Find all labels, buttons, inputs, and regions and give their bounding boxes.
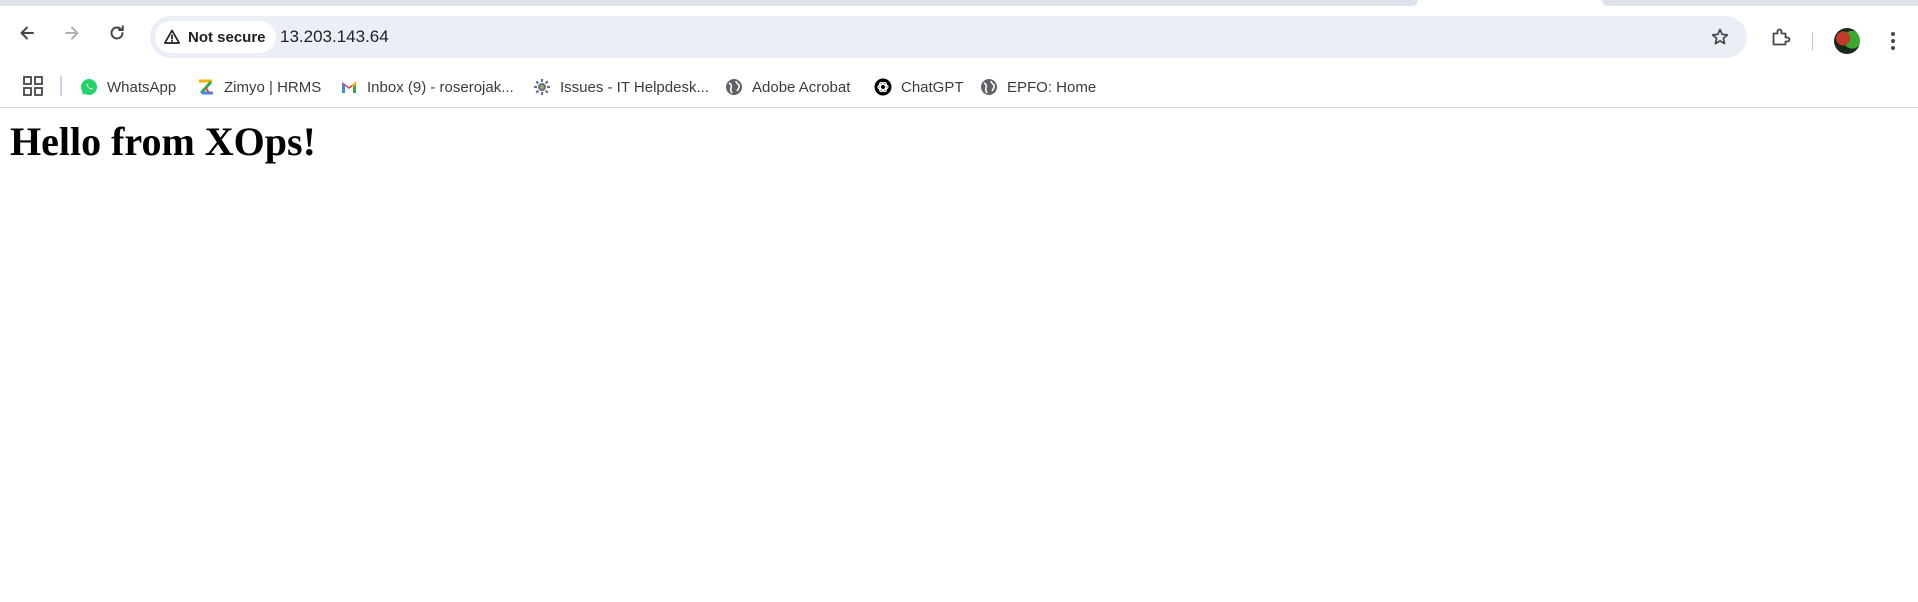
helpdesk-icon: [533, 78, 551, 96]
bookmark-zimyo[interactable]: Zimyo | HRMS: [197, 66, 321, 108]
bookmark-chatgpt[interactable]: ChatGPT: [874, 66, 964, 108]
vertical-dots-icon: [1891, 32, 1895, 50]
extensions-button[interactable]: [1764, 20, 1798, 54]
apps-button[interactable]: [21, 74, 45, 98]
browser-menu-button[interactable]: [1876, 24, 1910, 58]
page-content: Hello from XOps!: [0, 109, 1918, 602]
gmail-icon: [340, 78, 358, 96]
url-text[interactable]: 13.203.143.64: [280, 16, 389, 58]
chatgpt-icon: [874, 78, 892, 96]
reload-button[interactable]: [100, 16, 134, 50]
warning-triangle-icon: [163, 29, 181, 44]
bookmark-issues-helpdesk[interactable]: Issues - IT Helpdesk...: [533, 66, 709, 108]
back-button[interactable]: [10, 16, 44, 50]
bookmark-epfo[interactable]: EPFO: Home: [980, 66, 1096, 108]
apps-grid-icon: [23, 76, 43, 96]
whatsapp-icon: [80, 78, 98, 96]
bookmark-star-button[interactable]: [1703, 20, 1737, 54]
bookmarks-separator: [60, 76, 62, 96]
zimyo-icon: [197, 78, 215, 96]
security-label: Not secure: [188, 28, 266, 46]
bookmark-label: WhatsApp: [107, 78, 177, 96]
bookmark-label: Issues - IT Helpdesk...: [560, 78, 709, 96]
address-bar[interactable]: Not secure 13.203.143.64: [150, 16, 1747, 58]
profile-avatar[interactable]: [1834, 28, 1860, 54]
page-heading: Hello from XOps!: [10, 119, 316, 164]
arrow-right-icon: [65, 26, 79, 40]
globe-icon: [980, 78, 998, 96]
bookmark-label: Inbox (9) - roserojak...: [367, 78, 514, 96]
bookmark-label: EPFO: Home: [1007, 78, 1097, 96]
bookmarks-bar: WhatsApp Zimyo | HRMS Inbox (9) - rosero…: [0, 66, 1918, 108]
forward-button[interactable]: [55, 16, 89, 50]
puzzle-icon: [1772, 28, 1791, 46]
bookmark-adobe-acrobat[interactable]: Adobe Acrobat: [725, 66, 850, 108]
security-indicator[interactable]: Not secure: [155, 21, 276, 53]
bookmark-label: ChatGPT: [901, 78, 964, 96]
bookmark-gmail[interactable]: Inbox (9) - roserojak...: [340, 66, 514, 108]
toolbar-separator: [1812, 32, 1813, 50]
bookmark-whatsapp[interactable]: WhatsApp: [80, 66, 176, 108]
browser-toolbar: Not secure 13.203.143.64: [0, 6, 1918, 66]
bookmark-label: Adobe Acrobat: [752, 78, 851, 96]
reload-icon: [110, 25, 124, 40]
star-icon: [1711, 28, 1729, 45]
bookmark-label: Zimyo | HRMS: [224, 78, 322, 96]
arrow-left-icon: [20, 26, 34, 40]
globe-icon: [725, 78, 743, 96]
